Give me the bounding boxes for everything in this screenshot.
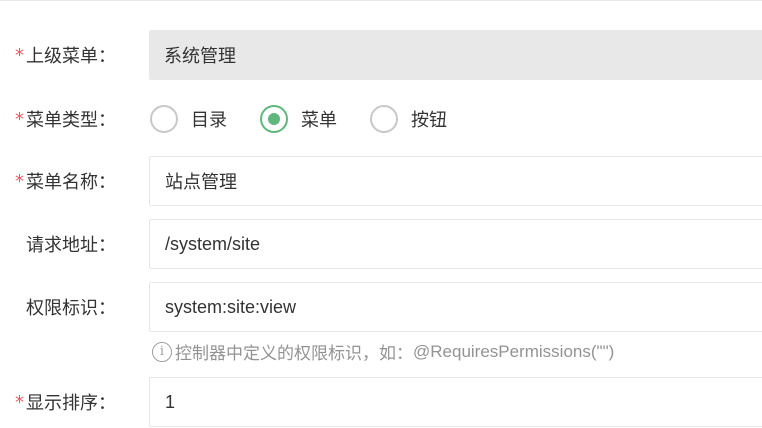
permission-help-cn: 控制器中定义的权限标识，如：	[175, 344, 413, 364]
permission-help-en: @RequiresPermissions("")	[413, 341, 615, 361]
radio-menu-circle[interactable]	[260, 105, 288, 133]
parent-menu-input[interactable]: 系统管理	[149, 30, 762, 80]
display-order-label-text: 显示排序：	[26, 393, 116, 414]
permission-label: 权限标识：	[0, 282, 138, 332]
menu-type-label: * 菜单类型：	[0, 104, 138, 134]
menu-name-label: * 菜单名称：	[0, 156, 138, 206]
form-row-parent-menu: * 上级菜单： 系统管理	[0, 30, 762, 80]
radio-button-label[interactable]: 按钮	[411, 106, 447, 132]
required-mark: *	[15, 108, 24, 130]
info-icon: i	[152, 341, 172, 362]
radio-menu-label[interactable]: 菜单	[301, 106, 337, 132]
menu-type-label-text: 菜单类型：	[26, 110, 116, 131]
form-row-display-order: * 显示排序： 1	[0, 377, 762, 427]
radio-checked-dot	[268, 113, 280, 125]
display-order-label: * 显示排序：	[0, 377, 138, 427]
menu-name-input[interactable]: 站点管理	[149, 156, 762, 206]
radio-button-circle[interactable]	[370, 105, 398, 133]
form-row-permission: 权限标识： system:site:view	[0, 282, 762, 332]
request-url-label: 请求地址：	[0, 219, 138, 269]
permission-help-text: i 控制器中定义的权限标识，如： @RequiresPermissions(""…	[152, 339, 614, 364]
display-order-input[interactable]: 1	[149, 377, 762, 427]
request-url-input[interactable]: /system/site	[149, 219, 762, 269]
radio-directory-circle[interactable]	[150, 105, 178, 133]
required-mark: *	[15, 44, 24, 66]
radio-menu[interactable]: 菜单	[260, 105, 337, 133]
radio-directory-label[interactable]: 目录	[191, 106, 227, 132]
request-url-label-text: 请求地址：	[26, 235, 116, 256]
parent-menu-label-text: 上级菜单：	[26, 46, 116, 67]
form-row-menu-name: * 菜单名称： 站点管理	[0, 156, 762, 206]
form-row-menu-type: * 菜单类型： 目录 菜单 按钮	[0, 104, 762, 134]
required-mark: *	[15, 170, 24, 192]
radio-directory[interactable]: 目录	[150, 105, 227, 133]
parent-menu-label: * 上级菜单：	[0, 30, 138, 80]
form-row-request-url: 请求地址： /system/site	[0, 219, 762, 269]
permission-label-text: 权限标识：	[26, 298, 116, 319]
menu-type-radio-group: 目录 菜单 按钮	[150, 104, 480, 134]
radio-button[interactable]: 按钮	[370, 105, 447, 133]
menu-name-label-text: 菜单名称：	[26, 172, 116, 193]
permission-input[interactable]: system:site:view	[149, 282, 762, 332]
top-divider	[0, 0, 762, 1]
required-mark: *	[15, 391, 24, 413]
